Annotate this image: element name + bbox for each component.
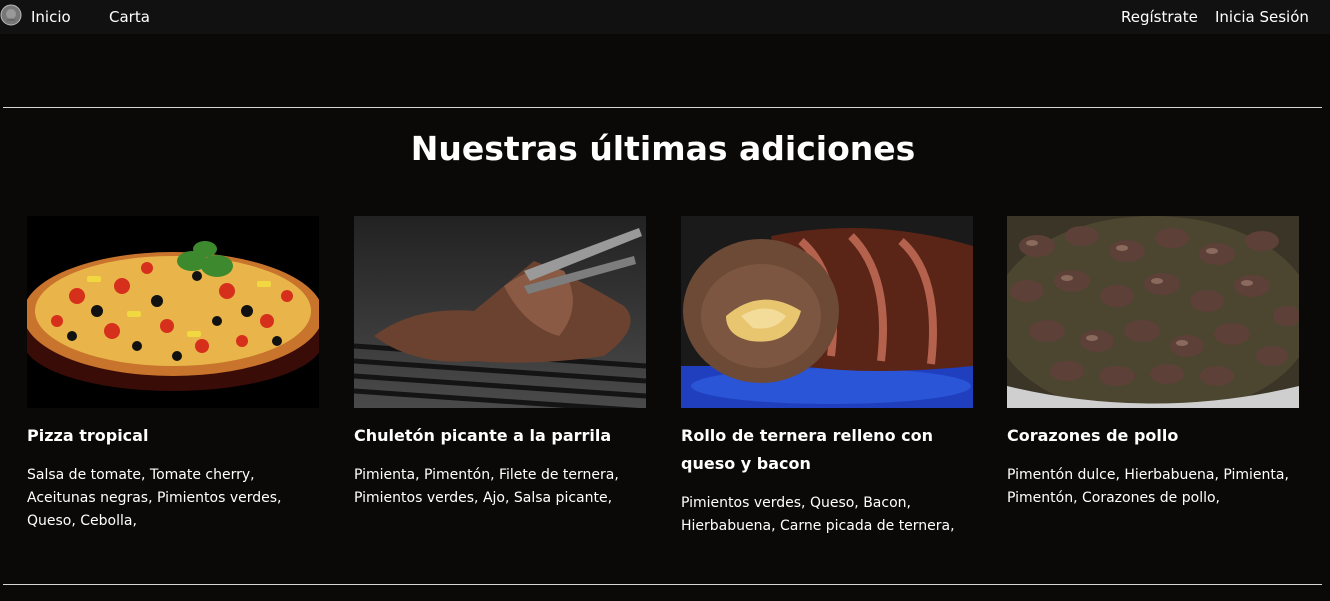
nav-carta[interactable]: Carta [109, 8, 150, 26]
dish-card-rollo[interactable]: Rollo de ternera relleno con queso y bac… [681, 216, 973, 538]
top-divider [3, 107, 1322, 108]
section-title: Nuestras últimas adiciones [410, 129, 916, 168]
dish-ingredients: Pimientos verdes, Queso, Bacon, Hierbabu… [681, 495, 955, 534]
chuleton-image[interactable] [354, 216, 646, 408]
corazones-image[interactable] [1007, 216, 1299, 408]
dish-ingredients: Pimienta, Pimentón, Filete de ternera, P… [354, 467, 619, 506]
dish-title: Rollo de ternera relleno con queso y bac… [681, 426, 933, 473]
dish-card-corazones[interactable]: Corazones de pollo Pimentón dulce, Hierb… [1007, 216, 1299, 510]
dish-title: Chuletón picante a la parrila [354, 426, 612, 445]
pizza-image[interactable] [27, 216, 319, 408]
bottom-divider [3, 584, 1322, 585]
nav-inicia-sesion[interactable]: Inicia Sesión [1215, 8, 1309, 26]
dish-card-chuleton[interactable]: Chuletón picante a la parrila Pimienta, … [354, 216, 646, 510]
rollo-image[interactable] [681, 216, 973, 408]
dish-title: Pizza tropical [27, 426, 149, 445]
dish-title: Corazones de pollo [1007, 426, 1179, 445]
logo-icon[interactable] [0, 4, 22, 26]
dish-ingredients: Pimentón dulce, Hierbabuena, Pimienta, P… [1007, 467, 1289, 506]
dish-ingredients: Salsa de tomate, Tomate cherry, Aceituna… [27, 467, 282, 529]
dish-card-pizza[interactable]: Pizza tropical Salsa de tomate, Tomate c… [27, 216, 319, 533]
nav-registrate[interactable]: Regístrate [1121, 8, 1198, 26]
nav-inicio[interactable]: Inicio [31, 8, 71, 26]
navbar: Inicio Carta Regístrate Inicia Sesión [0, 0, 1330, 34]
